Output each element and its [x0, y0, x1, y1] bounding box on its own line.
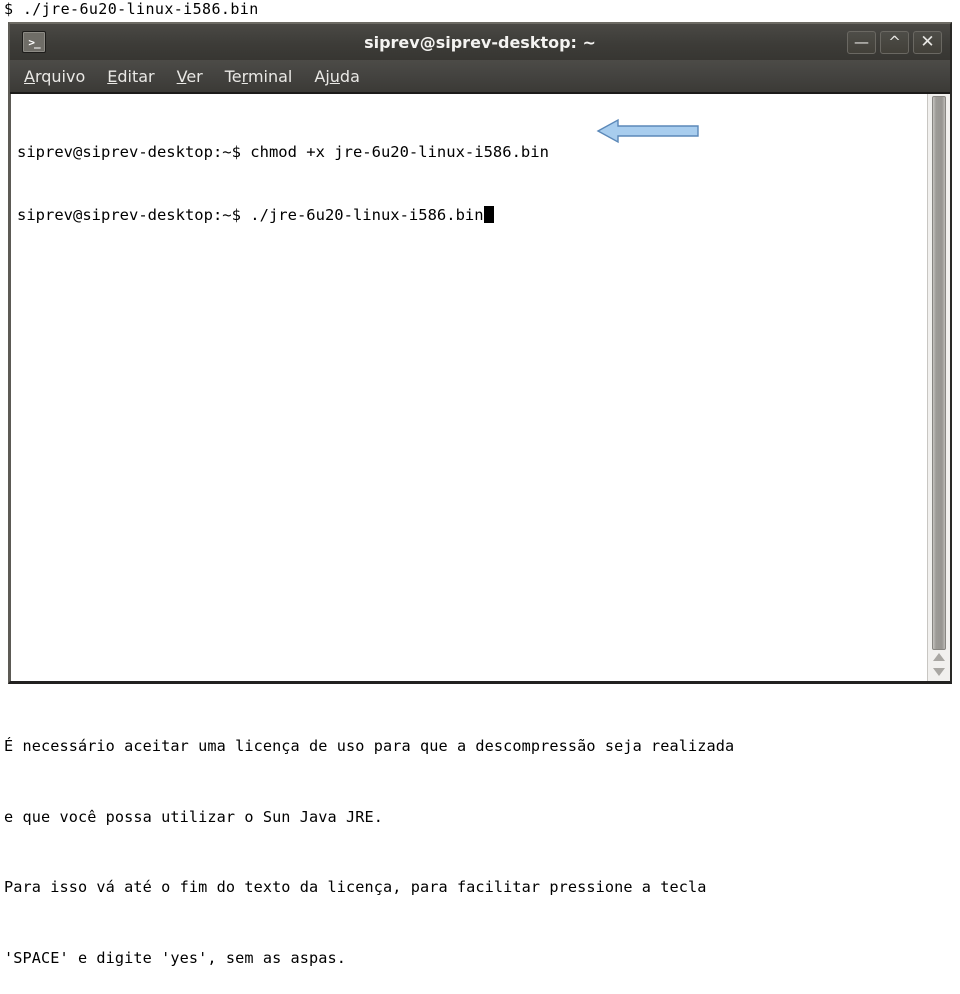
close-button[interactable]: ✕: [913, 30, 942, 54]
window-titlebar[interactable]: >_ siprev@siprev-desktop: ~ — ^ ✕: [10, 24, 950, 60]
maximize-button[interactable]: ^: [880, 30, 909, 54]
menu-ajuda-post: da: [339, 66, 360, 86]
caption-block: É necessário aceitar uma licença de uso …: [0, 688, 960, 994]
menu-arquivo-post: rquivo: [34, 66, 86, 86]
caption-line-1: É necessário aceitar uma licença de uso …: [4, 737, 735, 755]
scrollbar-arrows: [933, 650, 945, 681]
minimize-button[interactable]: —: [847, 30, 876, 54]
scroll-up-arrow-icon[interactable]: [933, 653, 945, 661]
menu-item-editar[interactable]: Editar: [107, 67, 154, 86]
menu-editar-mnemonic: E: [107, 66, 118, 86]
menu-ajuda-pre: Aj: [314, 66, 330, 86]
caption-line-2: e que você possa utilizar o Sun Java JRE…: [4, 807, 383, 826]
document-header-line: $ ./jre-6u20-linux-i586.bin: [4, 0, 259, 18]
terminal-cursor: [483, 206, 494, 223]
menu-terminal-post: minal: [247, 66, 293, 86]
terminal-body: siprev@siprev-desktop:~$ chmod +x jre-6u…: [10, 94, 950, 681]
menu-terminal-pre: Te: [224, 66, 242, 86]
menu-item-terminal[interactable]: Terminal: [225, 67, 293, 86]
terminal-window: >_ siprev@siprev-desktop: ~ — ^ ✕ Arquiv…: [8, 22, 952, 684]
menu-editar-post: ditar: [117, 66, 155, 86]
terminal-screen[interactable]: siprev@siprev-desktop:~$ chmod +x jre-6u…: [11, 94, 927, 681]
menu-item-arquivo[interactable]: Arquivo: [24, 67, 85, 86]
terminal-line-1: siprev@siprev-desktop:~$ chmod +x jre-6u…: [17, 142, 923, 163]
terminal-prompt-2: siprev@siprev-desktop:~$: [17, 206, 251, 224]
window-controls: — ^ ✕: [847, 30, 944, 54]
scroll-down-arrow-icon[interactable]: [933, 668, 945, 676]
menu-bar: Arquivo Editar Ver Terminal Ajuda: [10, 60, 950, 94]
terminal-scrollbar[interactable]: [927, 94, 950, 681]
terminal-icon-glyph: >_: [28, 35, 40, 49]
scrollbar-thumb[interactable]: [932, 96, 946, 650]
terminal-command-1: chmod +x jre-6u20-linux-i586.bin: [250, 143, 549, 161]
menu-ver-mnemonic: V: [176, 66, 187, 86]
caption-line-4: 'SPACE' e digite 'yes', sem as aspas.: [4, 948, 347, 967]
terminal-line-2: siprev@siprev-desktop:~$ ./jre-6u20-linu…: [17, 205, 923, 226]
menu-item-ajuda[interactable]: Ajuda: [314, 67, 360, 86]
terminal-icon: >_: [22, 31, 46, 53]
menu-ajuda-mnemonic: u: [329, 66, 340, 86]
menu-arquivo-mnemonic: A: [24, 66, 35, 86]
window-title: siprev@siprev-desktop: ~: [364, 32, 596, 52]
terminal-command-2: ./jre-6u20-linux-i586.bin: [250, 206, 484, 224]
menu-ver-post: er: [186, 66, 203, 86]
terminal-prompt-1: siprev@siprev-desktop:~$: [17, 143, 251, 161]
caption-line-3: Para isso vá até o fim do texto da licen…: [4, 878, 707, 896]
menu-item-ver[interactable]: Ver: [177, 67, 203, 86]
